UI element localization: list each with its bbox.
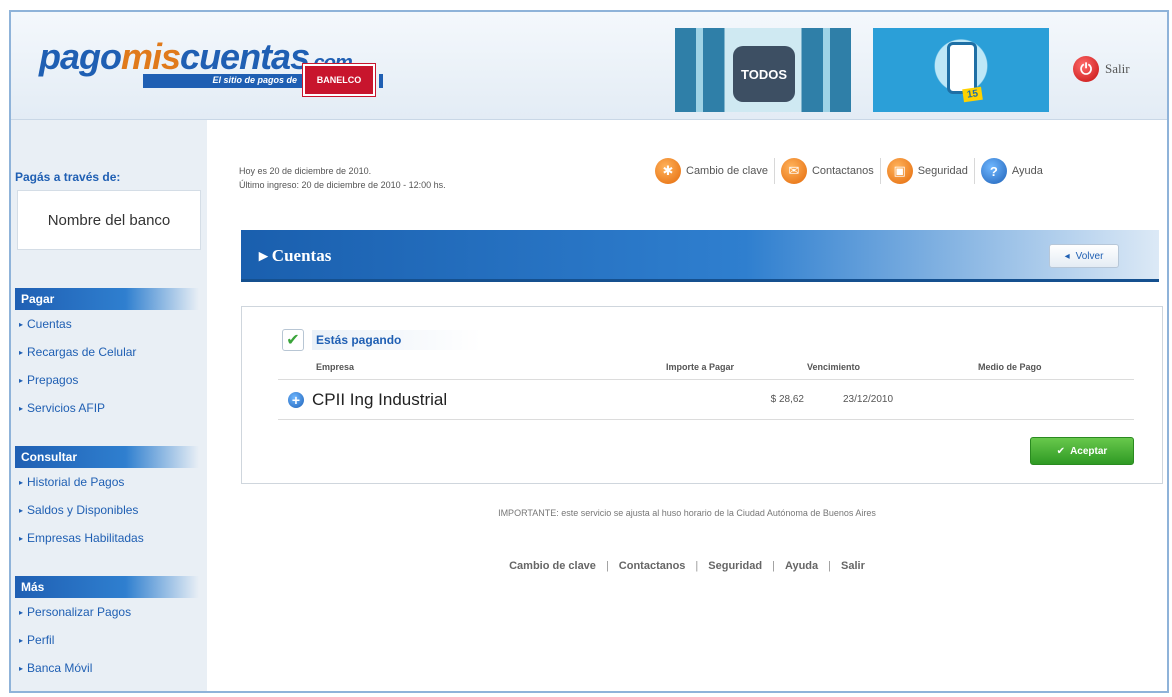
row-divider	[278, 419, 1134, 420]
lock-icon: ▣	[886, 158, 913, 184]
top-links: ✱ Cambio de clave ✉ Contactanos ▣ Seguri…	[649, 158, 1049, 184]
col-header-vencimiento: Vencimiento	[807, 362, 861, 372]
accept-button[interactable]: ✔ Aceptar	[1030, 437, 1134, 465]
table-row: + CPII Ing Industrial $ 28,62 23/12/2010	[278, 381, 1134, 419]
help-icon: ?	[980, 158, 1007, 184]
promo-tag: 15	[962, 86, 983, 103]
sidebar-section-title: Más	[15, 576, 199, 598]
cell-empresa: CPII Ing Industrial	[312, 390, 448, 409]
col-header-medio-pago: Medio de Pago	[978, 362, 1042, 372]
promo-banner-todos[interactable]: TODOS	[675, 28, 851, 112]
bullet-icon: ▸	[19, 533, 24, 543]
checkmark-icon: ✔	[282, 329, 304, 351]
footer-link-contactanos[interactable]: Contactanos	[609, 560, 696, 572]
bank-name-box: Nombre del banco	[17, 190, 201, 250]
bullet-icon: ▸	[19, 607, 24, 617]
sidebar-section-title: Consultar	[15, 446, 199, 468]
banelco-logo: BANELCO	[303, 64, 375, 96]
sidebar-item-recargas[interactable]: ▸ Recargas de Celular	[15, 338, 199, 366]
cell-vencimiento: 23/12/2010	[843, 394, 894, 405]
expand-plus-icon[interactable]: +	[288, 392, 304, 408]
briefcase-graphic: TODOS	[733, 46, 795, 102]
payment-panel: ✔ Estás pagando Empresa Importe a Pagar …	[241, 306, 1163, 484]
page-frame: pagomiscuentas.com El sitio de pagos de …	[9, 10, 1169, 693]
logout-button[interactable]: ⏻ Salir	[1073, 56, 1130, 82]
cell-importe: $ 28,62	[770, 394, 804, 405]
row-divider	[278, 379, 1134, 380]
power-icon: ⏻	[1073, 56, 1099, 82]
sidebar-item-historial[interactable]: ▸ Historial de Pagos	[15, 468, 199, 496]
sidebar-item-cuentas[interactable]: ▸ Cuentas	[15, 310, 199, 338]
col-header-empresa: Empresa	[316, 362, 355, 372]
logo-decoration	[379, 74, 383, 88]
site-header: pagomiscuentas.com El sitio de pagos de …	[11, 12, 1167, 120]
section-header-bar: ▸ Cuentas ◂ Volver	[241, 230, 1159, 282]
promo-banner-recargas[interactable]: 15	[873, 28, 1049, 112]
sidebar: Pagás a través de: Nombre del banco Paga…	[11, 120, 207, 691]
link-cambio-clave[interactable]: ✱ Cambio de clave	[649, 158, 775, 184]
back-button[interactable]: ◂ Volver	[1049, 244, 1119, 268]
bullet-icon: ▸	[19, 403, 24, 413]
bullet-icon: ▸	[19, 635, 24, 645]
logout-label: Salir	[1105, 61, 1130, 76]
sidebar-item-perfil[interactable]: ▸ Perfil	[15, 626, 199, 654]
mail-icon: ✉	[780, 158, 807, 184]
sidebar-section-mas: Más ▸ Personalizar Pagos ▸ Perfil ▸ Banca M…	[15, 576, 199, 682]
bullet-icon: ▸	[19, 505, 24, 515]
section-title: ▸ Cuentas	[259, 246, 332, 265]
sidebar-section-title: Pagar	[15, 288, 199, 310]
important-notice: IMPORTANTE: este servicio se ajusta al h…	[498, 508, 876, 518]
link-seguridad[interactable]: ▣ Seguridad	[881, 158, 975, 184]
link-ayuda[interactable]: ? Ayuda	[975, 158, 1049, 184]
sidebar-item-afip[interactable]: ▸ Servicios AFIP	[15, 394, 199, 422]
bullet-icon: ▸	[19, 663, 24, 673]
link-contactanos[interactable]: ✉ Contactanos	[775, 158, 881, 184]
col-header-importe: Importe a Pagar	[666, 362, 735, 372]
logo-tagline: El sitio de pagos de	[143, 74, 303, 88]
sidebar-item-banca-movil[interactable]: ▸ Banca Móvil	[15, 654, 199, 682]
last-login: Último ingreso: 20 de diciembre de 2010 …	[239, 180, 446, 190]
bullet-icon: ▸	[19, 375, 24, 385]
footer-links: Cambio de clave | Contactanos | Segurida…	[207, 560, 1167, 572]
footer-link-salir[interactable]: Salir	[831, 560, 875, 572]
cellphone-graphic	[947, 42, 977, 94]
arrow-left-icon: ◂	[1064, 250, 1070, 262]
paga-title: Pagás a través de:	[15, 170, 121, 184]
footer-link-seguridad[interactable]: Seguridad	[698, 560, 772, 572]
bullet-icon: ▸	[19, 477, 24, 487]
footer-link-ayuda[interactable]: Ayuda	[775, 560, 828, 572]
paying-header: ✔ Estás pagando	[282, 329, 482, 351]
sidebar-item-prepagos[interactable]: ▸ Prepagos	[15, 366, 199, 394]
footer-link-cambio-clave[interactable]: Cambio de clave	[499, 560, 606, 572]
sidebar-item-personalizar[interactable]: ▸ Personalizar Pagos	[15, 598, 199, 626]
sidebar-section-consultar: Consultar ▸ Historial de Pagos ▸ Saldos y …	[15, 446, 199, 552]
paying-label: Estás pagando	[312, 330, 482, 350]
key-icon: ✱	[655, 158, 681, 184]
check-icon: ✔	[1056, 445, 1066, 457]
sidebar-section-pagar: Pagar ▸ Cuentas ▸ Recargas de Celular ▸ Pre…	[15, 288, 199, 422]
sidebar-item-empresas[interactable]: ▸ Empresas Habilitadas	[15, 524, 199, 552]
sidebar-item-saldos[interactable]: ▸ Saldos y Disponibles	[15, 496, 199, 524]
bullet-icon: ▸	[19, 319, 24, 329]
bullet-icon: ▸	[19, 347, 24, 357]
session-info: Hoy es 20 de diciembre de 2010. Último i…	[239, 164, 446, 192]
main-content: Hoy es 20 de diciembre de 2010. Último i…	[207, 120, 1167, 691]
current-date: Hoy es 20 de diciembre de 2010.	[239, 166, 372, 176]
